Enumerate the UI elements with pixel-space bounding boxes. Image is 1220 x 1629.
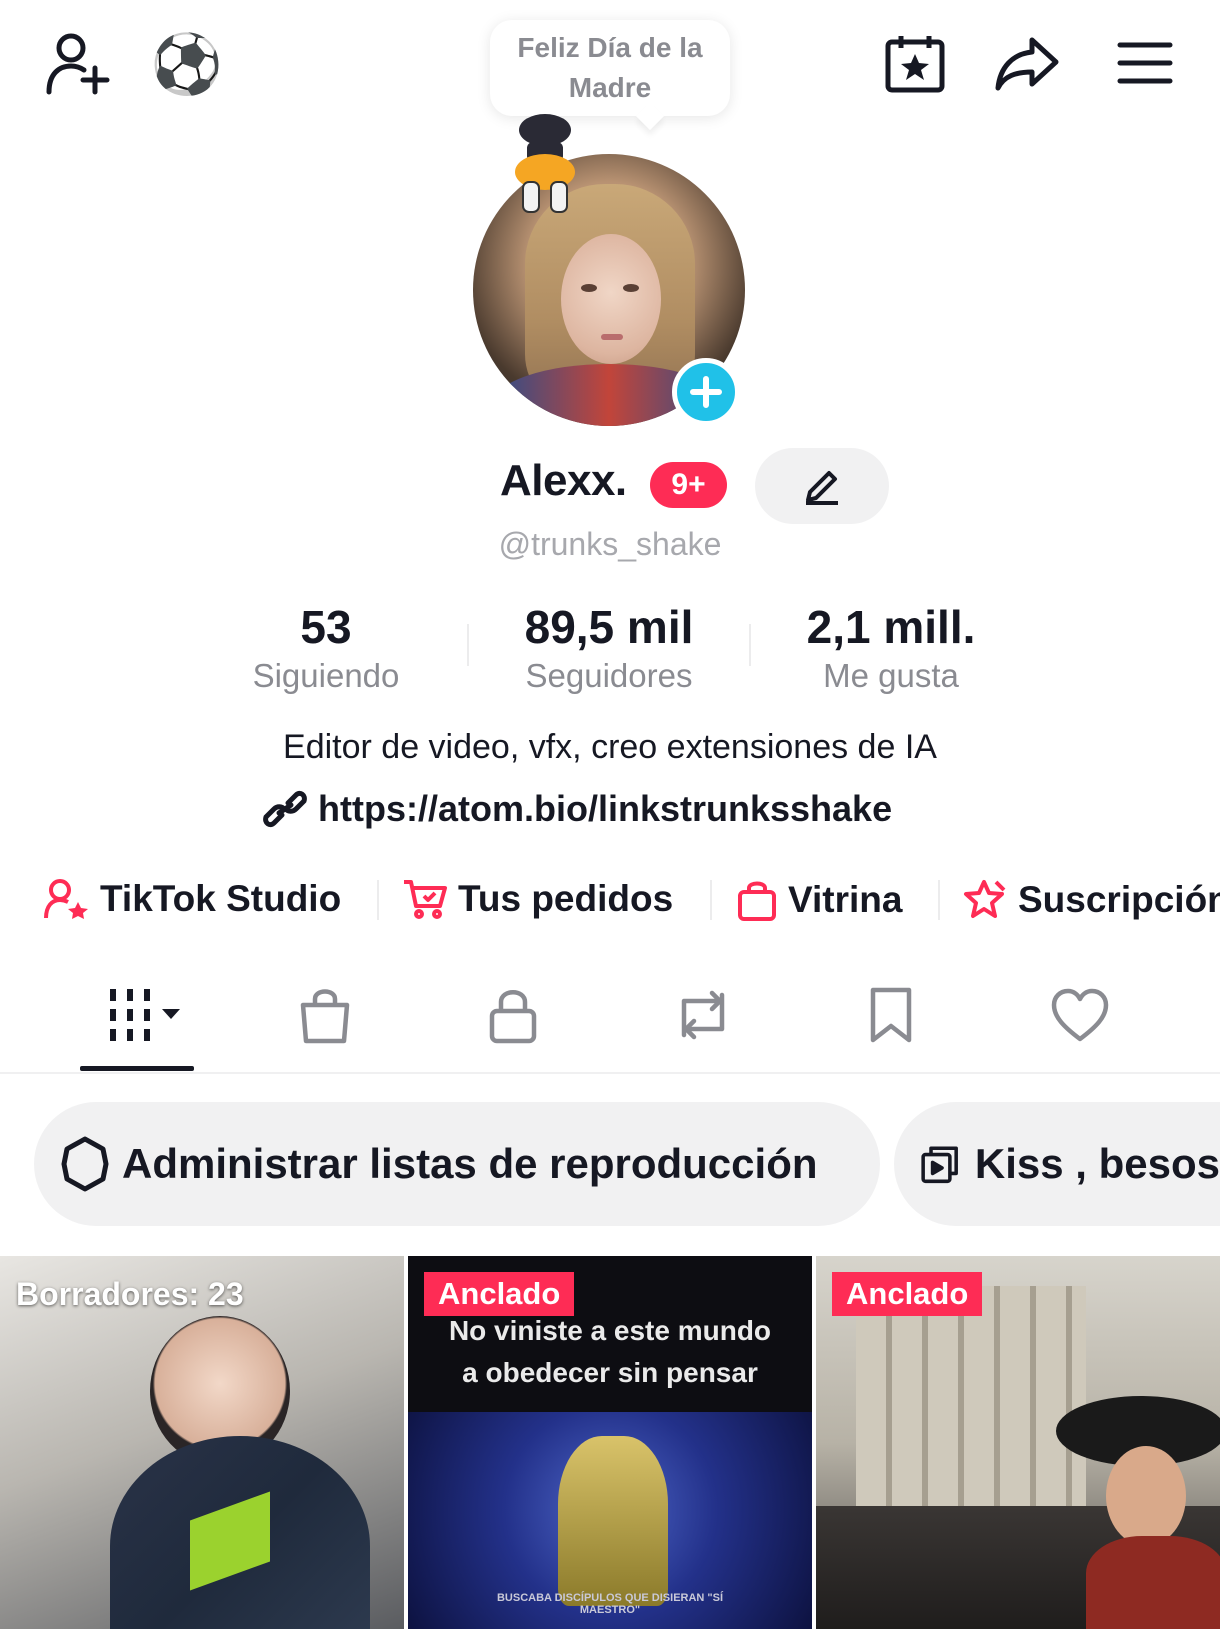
thumb-subcaption: BUSCABA DISCÍPULOS QUE DISIERAN "SÍ MAES… <box>496 1592 724 1616</box>
stat-divider <box>749 624 751 666</box>
thumb-figure <box>558 1436 668 1606</box>
thumb-building <box>856 1286 1086 1536</box>
active-tab-indicator <box>80 1066 194 1071</box>
user-star-icon <box>44 879 88 919</box>
lock-icon <box>489 990 537 1044</box>
share-arrow-icon <box>995 37 1059 91</box>
pinned-label: Anclado <box>832 1272 983 1316</box>
shortcut-showcase[interactable]: Vitrina <box>736 878 902 922</box>
drafts-count-label: Borradores: 23 <box>16 1276 244 1312</box>
add-story-button[interactable] <box>672 358 740 426</box>
bookmark-icon <box>870 987 912 1043</box>
tab-reposts[interactable] <box>663 980 743 1050</box>
shortcut-subscription[interactable]: Suscripción <box>962 878 1220 922</box>
shortcut-label: TikTok Studio <box>100 878 342 919</box>
video-thumbnail-pinned[interactable]: No viniste a este mundo a obedecer sin p… <box>408 1256 812 1629</box>
add-friend-button[interactable] <box>40 28 116 98</box>
pinned-label: Anclado <box>424 1272 575 1316</box>
followers-count: 89,5 mil <box>524 601 694 653</box>
shopping-bag-icon <box>738 881 776 921</box>
shortcut-tiktok-studio[interactable]: TikTok Studio <box>44 878 341 920</box>
thumb-witch-dress <box>1086 1536 1220 1629</box>
share-profile-button[interactable] <box>990 28 1064 98</box>
calendar-star-button[interactable] <box>878 28 952 98</box>
videos-grid-icon <box>110 989 180 1041</box>
shortcut-label: Suscripción <box>1018 879 1220 920</box>
stat-likes[interactable]: 2,1 mill. Me gusta <box>771 600 1011 698</box>
shortcut-orders[interactable]: Tus pedidos <box>402 878 673 920</box>
followers-label: Seguidores <box>525 657 693 694</box>
following-count: 53 <box>300 601 352 653</box>
soccer-ball-icon[interactable]: ⚽ <box>151 30 223 100</box>
playlist-icon <box>921 1146 958 1184</box>
calendar-star-icon <box>885 36 945 93</box>
menu-button[interactable] <box>1108 30 1182 96</box>
edit-profile-button[interactable] <box>755 448 889 524</box>
following-label: Siguiendo <box>252 657 400 694</box>
greeting-text: Feliz Día de la Madre <box>517 32 703 103</box>
bio-link[interactable]: https://atom.bio/linkstrunksshake <box>262 788 892 830</box>
pencil-icon <box>806 471 838 505</box>
video-thumbnail-drafts[interactable]: Borradores: 23 <box>0 1256 404 1629</box>
playlist-chip[interactable]: Kiss , besos <box>894 1102 1220 1226</box>
thumb-witch-face <box>1106 1446 1186 1546</box>
tab-saved[interactable] <box>851 980 931 1050</box>
thumb-caption: No viniste a este mundo a obedecer sin p… <box>448 1315 772 1388</box>
hamburger-menu-icon <box>1117 42 1173 84</box>
shortcut-divider <box>710 880 712 920</box>
plus-icon <box>690 376 722 408</box>
greeting-bubble: Feliz Día de la Madre <box>490 20 730 116</box>
bio-text: Editor de video, vfx, creo extensiones d… <box>283 728 937 766</box>
heart-icon <box>1051 988 1109 1042</box>
tabs-divider <box>0 1072 1220 1074</box>
tab-shop[interactable] <box>285 980 365 1050</box>
likes-label: Me gusta <box>823 657 959 694</box>
subscription-star-icon <box>964 880 1006 918</box>
tab-private[interactable] <box>473 980 553 1050</box>
shortcut-divider <box>938 880 940 920</box>
video-thumbnail-pinned[interactable]: Anclado <box>816 1256 1220 1629</box>
likes-count: 2,1 mill. <box>806 601 976 653</box>
stat-following[interactable]: 53 Siguiendo <box>206 600 446 698</box>
username: @trunks_shake <box>498 526 722 562</box>
chip-label: Administrar listas de reproducción <box>122 1140 818 1187</box>
shortcut-label: Tus pedidos <box>458 878 674 919</box>
link-icon <box>263 790 307 828</box>
notification-badge[interactable]: 9+ <box>650 462 727 508</box>
shortcut-divider <box>377 880 379 920</box>
gear-icon <box>61 1136 109 1192</box>
add-user-icon <box>46 33 110 95</box>
stat-divider <box>467 624 469 666</box>
display-name: Alexx. <box>500 456 627 505</box>
chip-label: Kiss , besos <box>974 1140 1220 1187</box>
shortcut-label: Vitrina <box>788 879 903 920</box>
stat-followers[interactable]: 89,5 mil Seguidores <box>489 600 729 698</box>
tab-liked[interactable] <box>1040 980 1120 1050</box>
cart-icon <box>404 880 447 919</box>
anime-sticker-icon <box>515 114 575 213</box>
shop-bag-icon <box>300 989 350 1044</box>
repost-icon <box>681 990 725 1040</box>
tab-videos[interactable] <box>100 980 190 1050</box>
bio-link-text: https://atom.bio/linkstrunksshake <box>318 788 893 829</box>
manage-playlists-chip[interactable]: Administrar listas de reproducción <box>34 1102 880 1226</box>
